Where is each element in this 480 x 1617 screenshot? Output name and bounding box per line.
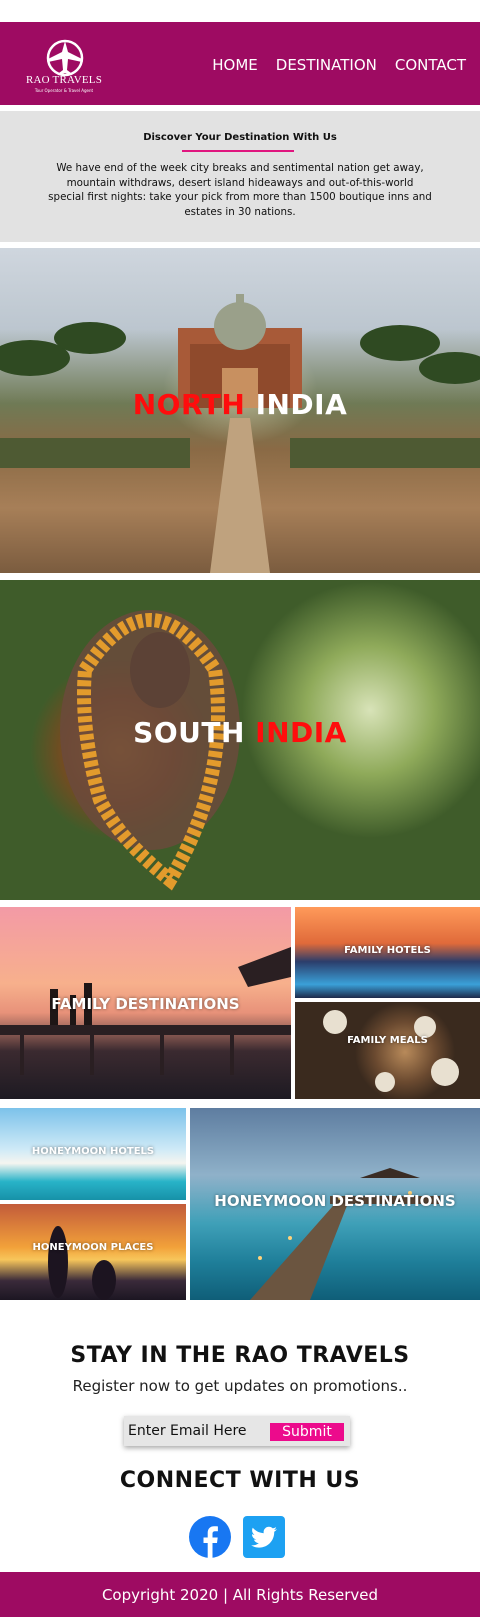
family-hotels-tile[interactable]: FAMILY HOTELS — [295, 907, 480, 998]
north-india-title: NORTH INDIA — [0, 388, 480, 421]
india-word: INDIA — [255, 388, 348, 421]
intro-section: Discover Your Destination With Us We hav… — [0, 111, 480, 242]
intro-underline — [182, 150, 294, 152]
airplane-logo-icon[interactable] — [20, 34, 110, 96]
family-hotels-label: FAMILY HOTELS — [344, 945, 431, 956]
honeymoon-destinations-label: HONEYMOON DESTINATIONS — [214, 1192, 456, 1210]
brand-name: RAO TRAVELS — [25, 74, 103, 86]
email-input[interactable] — [128, 1420, 258, 1442]
connect-title: CONNECT WITH US — [119, 1468, 361, 1493]
main-nav: HOME DESTINATION CONTACT — [212, 56, 466, 74]
intro-text: We have end of the week city breaks and … — [48, 162, 432, 218]
nav-destination[interactable]: DESTINATION — [276, 56, 377, 74]
newsletter-subtitle: Register now to get updates on promotion… — [72, 1377, 408, 1395]
south-india-banner[interactable]: SOUTH INDIA — [0, 580, 480, 900]
honeymoon-hotels-tile[interactable]: HONEYMOON HOTELS — [0, 1108, 186, 1200]
family-meals-label: FAMILY MEALS — [347, 1035, 428, 1046]
family-destinations-tile[interactable]: FAMILY DESTINATIONS — [0, 907, 291, 1099]
honeymoon-places-label: HONEYMOON PLACES — [32, 1242, 154, 1253]
nav-contact[interactable]: CONTACT — [395, 56, 466, 74]
intro-title: Discover Your Destination With Us — [143, 132, 337, 143]
north-india-banner[interactable]: NORTH INDIA — [0, 248, 480, 573]
newsletter-form: Submit — [124, 1416, 350, 1446]
submit-button[interactable]: Submit — [270, 1423, 344, 1441]
site-footer: Copyright 2020 | All Rights Reserved — [0, 1572, 480, 1617]
nav-home[interactable]: HOME — [212, 56, 258, 74]
south-india-title: SOUTH INDIA — [0, 716, 480, 749]
copyright-text: Copyright 2020 | All Rights Reserved — [101, 1586, 379, 1604]
site-header: RAO TRAVELS Tour Operator & Travel Agent… — [0, 22, 480, 105]
honeymoon-destinations-tile[interactable]: HONEYMOON DESTINATIONS — [190, 1108, 480, 1300]
india-word: INDIA — [255, 716, 347, 749]
honeymoon-places-tile[interactable]: HONEYMOON PLACES — [0, 1204, 186, 1300]
south-word: SOUTH — [133, 716, 245, 749]
north-word: NORTH — [132, 388, 246, 421]
honeymoon-hotels-label: HONEYMOON HOTELS — [31, 1146, 155, 1157]
family-destinations-label: FAMILY DESTINATIONS — [51, 995, 240, 1013]
facebook-icon[interactable] — [189, 1516, 231, 1558]
meals-image — [323, 1010, 459, 1092]
newsletter-title: STAY IN THE RAO TRAVELS — [70, 1343, 410, 1368]
family-meals-tile[interactable]: FAMILY MEALS — [295, 1002, 480, 1099]
brand-tagline: Tour Operator & Travel Agent — [34, 88, 94, 93]
twitter-icon[interactable] — [243, 1516, 285, 1558]
